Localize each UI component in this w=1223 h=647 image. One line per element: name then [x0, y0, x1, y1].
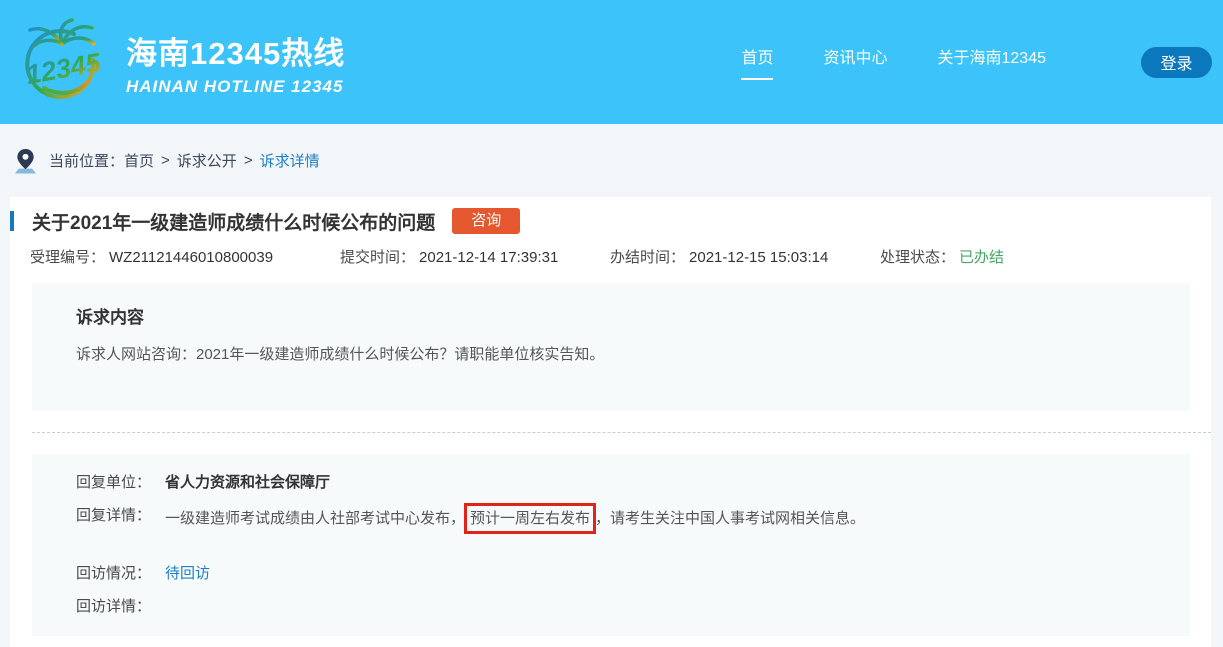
nav-item-news-center[interactable]: 资讯中心 [823, 44, 887, 80]
revisit-status-label: 回访情况： [76, 563, 151, 584]
reply-detail-label: 回复详情： [76, 505, 151, 532]
status-badge: 已办结 [959, 249, 1004, 266]
reply-unit-value: 省人力资源和社会保障厅 [165, 472, 330, 493]
appeal-content-body: 诉求人网站咨询：2021年一级建造师成绩什么时候公布？请职能单位核实告知。 [76, 344, 1150, 365]
breadcrumb-separator: > [161, 152, 170, 169]
main-nav: 首页 资讯中心 关于海南12345 [741, 44, 1046, 80]
revisit-status-value[interactable]: 待回访 [165, 563, 210, 584]
logo-number-text: 12345 [24, 47, 104, 90]
hainan-12345-logo-icon: 12345 [14, 14, 110, 110]
site-title: 海南12345热线 [126, 28, 345, 73]
ticket-title-row: 关于2021年一级建造师成绩什么时候公布的问题 咨询 [10, 197, 1211, 234]
reply-detail-value: 一级建造师考试成绩由人社部考试中心发布，预计一周左右发布，请考生关注中国人事考试… [165, 505, 865, 532]
reply-detail-after: ，请考生关注中国人事考试网相关信息。 [595, 510, 865, 527]
ticket-title: 关于2021年一级建造师成绩什么时候公布的问题 [32, 208, 435, 235]
title-accent-bar [10, 211, 14, 231]
ticket-detail-card: 关于2021年一级建造师成绩什么时候公布的问题 咨询 受理编号：WZ211214… [10, 197, 1211, 647]
red-annotation-highlight: 预计一周左右发布 [464, 503, 596, 534]
meta-close-time: 办结时间：2021-12-15 15:03:14 [610, 246, 880, 267]
meta-acceptance-number: 受理编号：WZ21121446010800039 [30, 246, 340, 267]
ticket-meta-row: 受理编号：WZ21121446010800039 提交时间：2021-12-14… [10, 246, 1211, 266]
breadcrumb-separator: > [244, 152, 253, 169]
site-header: 12345 海南12345热线 HAINAN HOTLINE 12345 首页 … [0, 0, 1223, 124]
nav-item-home[interactable]: 首页 [741, 44, 773, 80]
breadcrumb-item-home[interactable]: 首页 [124, 153, 154, 170]
meta-label: 处理状态： [880, 249, 955, 266]
reply-unit-label: 回复单位： [76, 472, 151, 493]
meta-process-status: 处理状态：已办结 [880, 246, 1004, 267]
revisit-detail-row: 回访详情： [76, 596, 1150, 617]
appeal-content-heading: 诉求内容 [76, 303, 1150, 328]
site-subtitle: HAINAN HOTLINE 12345 [126, 77, 345, 97]
meta-label: 提交时间： [340, 249, 415, 266]
meta-submit-time: 提交时间：2021-12-14 17:39:31 [340, 246, 610, 267]
ticket-type-badge: 咨询 [452, 208, 520, 234]
logo-text-block: 海南12345热线 HAINAN HOTLINE 12345 [126, 28, 345, 97]
meta-label: 办结时间： [610, 249, 685, 266]
reply-section: 回复单位： 省人力资源和社会保障厅 回复详情： 一级建造师考试成绩由人社部考试中… [32, 454, 1190, 636]
login-button[interactable]: 登录 [1141, 47, 1212, 78]
nav-item-about[interactable]: 关于海南12345 [938, 44, 1047, 80]
revisit-status-row: 回访情况： 待回访 [76, 563, 1150, 584]
appeal-content-section: 诉求内容 诉求人网站咨询：2021年一级建造师成绩什么时候公布？请职能单位核实告… [32, 283, 1190, 411]
meta-value: 2021-12-14 17:39:31 [419, 249, 558, 266]
breadcrumb-prefix: 当前位置： [49, 153, 124, 170]
reply-unit-row: 回复单位： 省人力资源和社会保障厅 [76, 472, 1150, 493]
reply-detail-row: 回复详情： 一级建造师考试成绩由人社部考试中心发布，预计一周左右发布，请考生关注… [76, 505, 1150, 532]
breadcrumb: 当前位置：首页 > 诉求公开 > 诉求详情 [0, 124, 1223, 197]
reply-detail-before: 一级建造师考试成绩由人社部考试中心发布， [165, 510, 465, 527]
meta-value: 2021-12-15 15:03:14 [689, 249, 828, 266]
dashed-divider [32, 432, 1211, 433]
meta-label: 受理编号： [30, 249, 105, 266]
location-pin-icon [14, 148, 37, 174]
meta-value: WZ21121446010800039 [109, 249, 273, 266]
revisit-detail-label: 回访详情： [76, 596, 151, 617]
breadcrumb-item-appeals[interactable]: 诉求公开 [177, 153, 237, 170]
breadcrumb-item-detail[interactable]: 诉求详情 [260, 153, 320, 170]
